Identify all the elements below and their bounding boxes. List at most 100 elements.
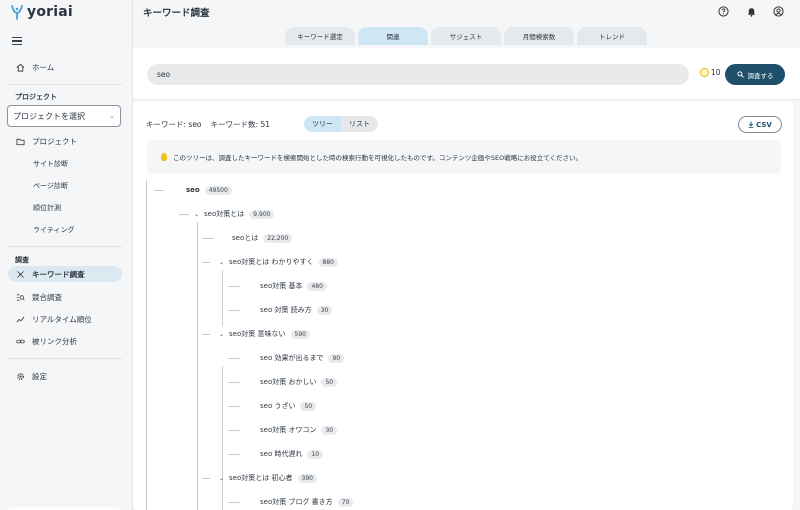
sidebar-item-competitor-research[interactable]: 競合調査 <box>8 289 122 305</box>
tree-node-keyword: seo対策 意味ない <box>229 330 286 338</box>
search-panel: 10 調査する <box>133 48 800 100</box>
download-icon <box>748 121 754 128</box>
yoriai-logo-icon <box>11 5 23 20</box>
trend-icon <box>16 315 25 324</box>
view-toggle: ツリー リスト <box>304 116 378 132</box>
gear-icon <box>16 372 25 381</box>
tree-connector <box>228 358 240 359</box>
volume-badge: 30 <box>321 425 338 435</box>
tree-node-keyword: seo 時代遅れ <box>260 450 303 458</box>
sidebar-sub-rank-tracking[interactable]: 順位計測 <box>33 203 61 213</box>
tree-connector <box>228 286 240 287</box>
folder-icon <box>16 137 25 146</box>
sidebar-item-realtime-rank[interactable]: リアルタイム順位 <box>8 311 122 327</box>
tab-bar: キーワード選定 関連 サジェスト 月間検索数 トレンド <box>285 27 647 45</box>
tree-node-root[interactable]: seo 49500 <box>186 182 232 198</box>
tree-guide <box>222 486 223 510</box>
tree-node[interactable]: ⌄ seo対策とは わかりやすく 880 <box>219 254 338 270</box>
coin-icon <box>700 68 709 77</box>
sidebar-item-keyword-research[interactable]: キーワード調査 <box>8 266 122 282</box>
sidebar-sub-site-audit[interactable]: サイト診断 <box>33 159 68 169</box>
tree-node-keyword: seo対策 基本 <box>260 282 303 290</box>
chevron-down-icon[interactable]: ⌄ <box>194 211 199 218</box>
view-tree-button[interactable]: ツリー <box>304 116 341 132</box>
tab-keyword-selection[interactable]: キーワード選定 <box>285 27 355 45</box>
project-select[interactable]: プロジェクトを選択 ⌄ <box>7 105 121 127</box>
sidebar-sub-page-audit[interactable]: ページ診断 <box>33 181 68 191</box>
csv-label: CSV <box>756 120 772 129</box>
tree-node-keyword: seo うざい <box>260 402 296 410</box>
tree-node[interactable]: seo 時代遅れ 10 <box>260 446 324 462</box>
menu-icon[interactable] <box>12 37 22 45</box>
research-button[interactable]: 調査する <box>725 64 785 85</box>
tree-node[interactable]: seo 対策 読み方 30 <box>260 302 333 318</box>
tree-node[interactable]: seoとは 22,200 <box>232 230 293 246</box>
sidebar-item-settings[interactable]: 設定 <box>8 368 122 384</box>
volume-badge: 9,900 <box>249 209 275 219</box>
tree-connector <box>202 238 214 239</box>
tree-node[interactable]: ⌄ seo対策とは 初心者 390 <box>219 470 317 486</box>
page-title: キーワード調査 <box>143 8 210 19</box>
tree-node[interactable]: seo対策 基本 480 <box>260 278 327 294</box>
search-list-icon <box>16 293 25 302</box>
csv-download-button[interactable]: CSV <box>738 116 782 133</box>
search-input[interactable] <box>147 64 689 85</box>
account-icon[interactable] <box>772 5 784 17</box>
help-icon[interactable] <box>717 5 729 17</box>
sidebar-item-label: リアルタイム順位 <box>32 314 92 324</box>
tree-node-keyword: seo <box>186 186 200 194</box>
tab-related[interactable]: 関連 <box>358 27 428 45</box>
view-list-button[interactable]: リスト <box>341 116 378 132</box>
info-text: このツリーは、調査したキーワードを検索開始とした時の検索行動を可視化したものです… <box>173 154 583 162</box>
chevron-down-icon[interactable]: ⌄ <box>219 259 224 266</box>
link-icon <box>16 337 25 346</box>
volume-badge: 30 <box>316 305 333 315</box>
tree-node[interactable]: ⌄ seo対策とは 9,900 <box>194 206 275 222</box>
tree-connector <box>202 478 210 479</box>
volume-badge: 49500 <box>204 185 232 195</box>
sidebar-sub-writing[interactable]: ライティング <box>33 225 74 235</box>
tree-connector <box>202 262 210 263</box>
tree-node-keyword: seo 効果が出るまで <box>260 354 324 362</box>
tree-node[interactable]: seo対策 ブログ 書き方 70 <box>260 494 354 510</box>
tree-node-keyword: seo対策 オワコン <box>260 426 317 434</box>
tree-node-keyword: seoとは <box>232 234 259 242</box>
volume-badge: 90 <box>328 353 345 363</box>
info-banner: このツリーは、調査したキーワードを検索開始とした時の検索行動を可視化したものです… <box>147 140 781 174</box>
project-select-value: プロジェクトを選択 <box>13 111 85 121</box>
tab-monthly-volume[interactable]: 月間検索数 <box>504 27 574 45</box>
tree-node[interactable]: seo 効果が出るまで 90 <box>260 350 345 366</box>
header: キーワード調査 <box>133 0 800 24</box>
keyword-label: キーワード: seo <box>146 120 202 129</box>
sidebar-item-home[interactable]: ホーム <box>8 59 122 75</box>
tree-node-keyword: seo対策 ブログ 書き方 <box>260 498 333 506</box>
volume-badge: 70 <box>337 497 354 507</box>
tree-node[interactable]: seo対策 オワコン 30 <box>260 422 338 438</box>
volume-badge: 390 <box>297 473 317 483</box>
sidebar-item-label: プロジェクト <box>32 136 77 146</box>
sidebar-item-backlinks[interactable]: 被リンク分析 <box>8 333 122 349</box>
divider <box>8 246 122 247</box>
sidebar-item-project[interactable]: プロジェクト <box>8 133 122 149</box>
sidebar-item-label: キーワード調査 <box>32 269 85 279</box>
chevron-down-icon[interactable]: ⌄ <box>219 331 224 338</box>
tree-connector <box>179 214 189 215</box>
tree-node[interactable]: seo対策 おかしい 50 <box>260 374 338 390</box>
volume-badge: 50 <box>321 377 338 387</box>
home-icon <box>16 63 25 72</box>
bell-icon[interactable] <box>745 5 757 17</box>
tab-trend[interactable]: トレンド <box>577 27 647 45</box>
sidebar-item-label: 被リンク分析 <box>32 336 77 346</box>
tree-connector <box>228 502 240 503</box>
tree-node[interactable]: seo うざい 50 <box>260 398 317 414</box>
tree-connector <box>228 454 240 455</box>
volume-badge: 10 <box>307 449 324 459</box>
tree-connector <box>228 406 240 407</box>
tab-suggest[interactable]: サジェスト <box>431 27 501 45</box>
volume-badge: 880 <box>318 257 338 267</box>
tree-connector <box>228 310 240 311</box>
volume-badge: 50 <box>300 401 317 411</box>
tree-node[interactable]: ⌄ seo対策 意味ない 590 <box>219 326 310 342</box>
chevron-down-icon[interactable]: ⌄ <box>219 475 224 482</box>
logo[interactable]: yoriai <box>10 3 73 21</box>
